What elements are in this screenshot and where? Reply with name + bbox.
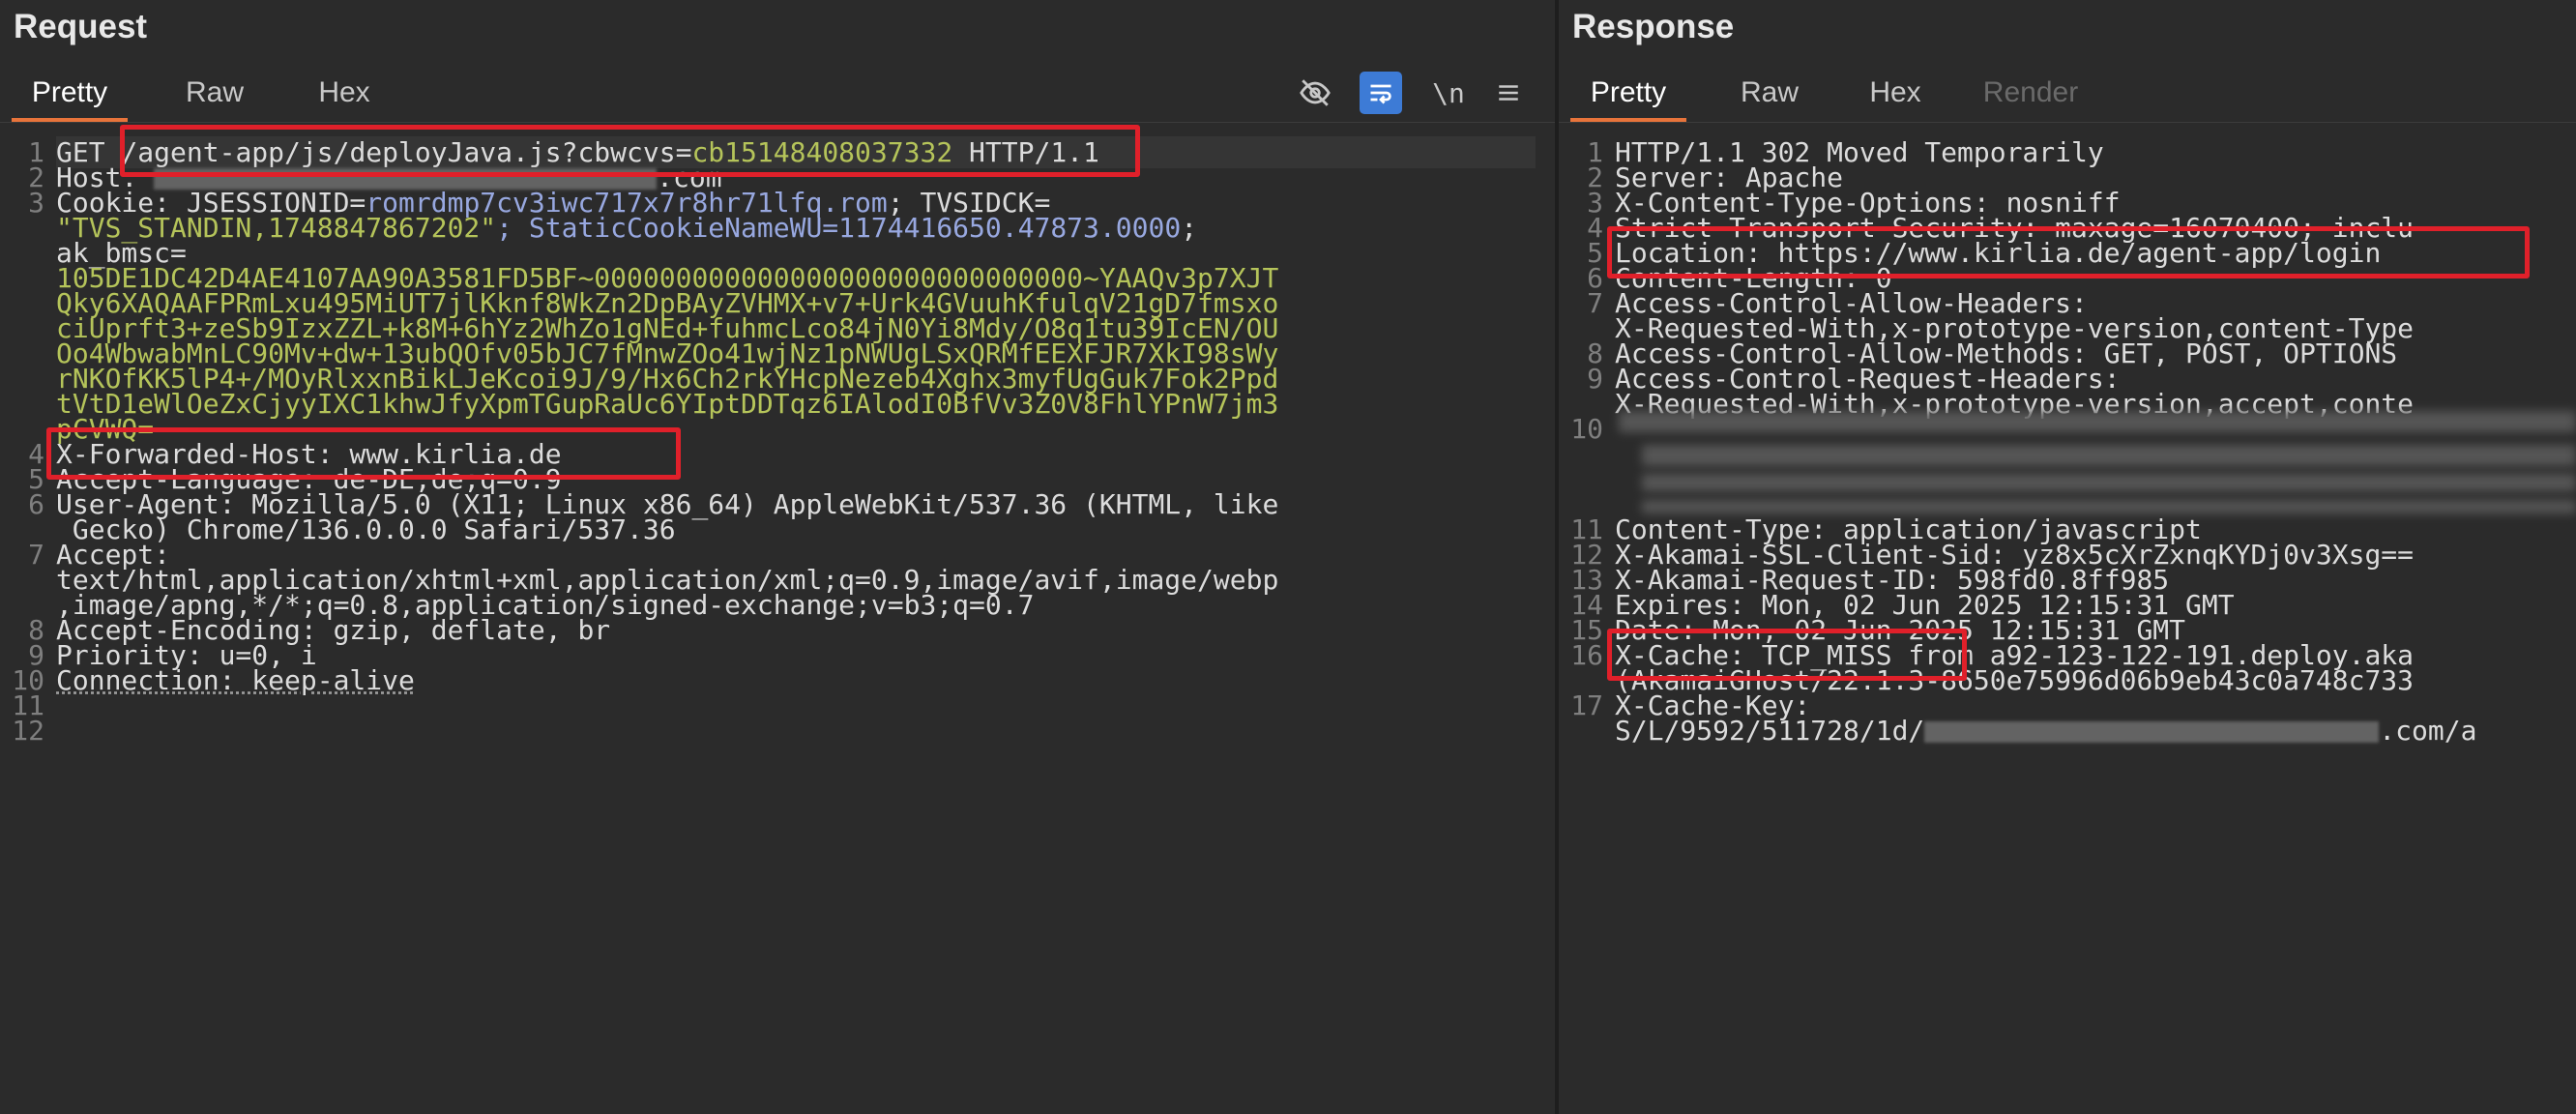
cookie-header-cont: "TVS_STANDIN,1748847867202"; StaticCooki… (56, 212, 1198, 244)
request-toolbar: \n (1290, 68, 1541, 118)
cache-buster-param: cb15148408037332 (691, 136, 953, 168)
newline-toggle-icon[interactable]: \n (1423, 68, 1474, 118)
word-wrap-toggle-icon[interactable] (1360, 72, 1402, 114)
redacted-block (1619, 411, 2576, 432)
response-panel: Response Pretty Raw Hex Render 1 HTTP/1.… (1559, 0, 2576, 1114)
redacted-block (1642, 445, 2576, 466)
request-tab-hex[interactable]: Hex (296, 66, 393, 120)
redacted-block (1642, 474, 2576, 491)
response-title: Response (1572, 8, 1735, 45)
redacted-block (1642, 500, 2576, 513)
response-tab-pretty[interactable]: Pretty (1570, 66, 1686, 122)
response-tab-raw[interactable]: Raw (1721, 66, 1818, 120)
connection-header: Connection: keep-alive (56, 664, 415, 696)
response-editor[interactable]: 1 HTTP/1.1 302 Moved Temporarily 2 Serve… (1559, 130, 2576, 1114)
response-tabs: Pretty Raw Hex Render (1559, 66, 2576, 122)
request-tab-pretty[interactable]: Pretty (12, 66, 128, 122)
request-tab-raw[interactable]: Raw (166, 66, 263, 120)
request-panel: Request Pretty Raw Hex \n 1 GET /agent-a… (0, 0, 1555, 1114)
response-tab-render[interactable]: Render (1973, 66, 2089, 120)
request-title: Request (14, 8, 148, 45)
menu-icon[interactable] (1483, 68, 1534, 118)
redacted-cache-key (1924, 721, 2380, 743)
hide-non-printable-icon[interactable] (1290, 68, 1340, 118)
request-editor[interactable]: 1 GET /agent-app/js/deployJava.js?cbwcvs… (0, 125, 1555, 1114)
response-tab-hex[interactable]: Hex (1847, 66, 1944, 120)
